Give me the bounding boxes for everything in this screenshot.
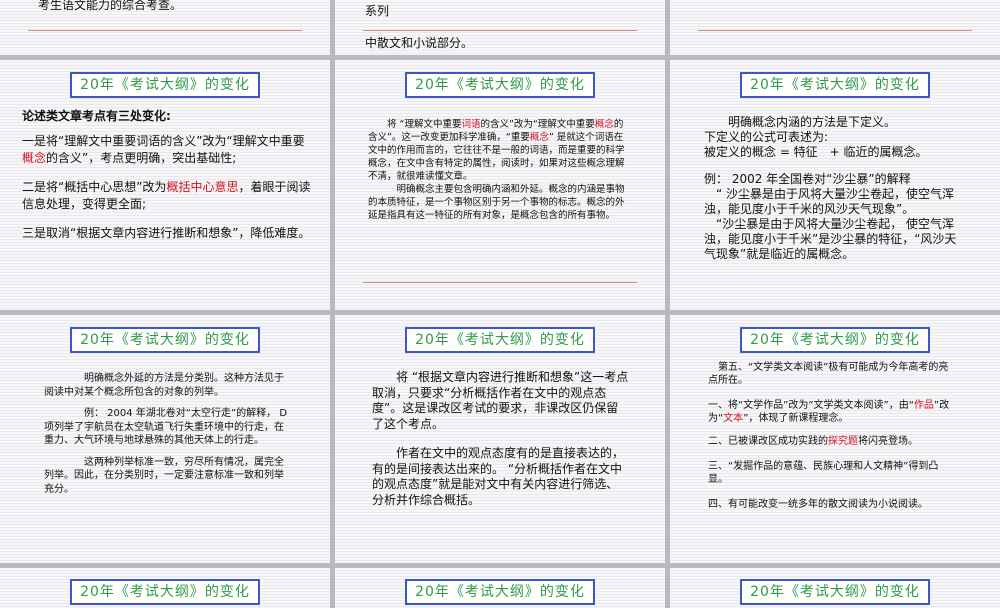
point-3: 三是取消“根据文章内容进行推断和想象”，降低难度。	[22, 226, 311, 240]
line-2: 下定义的公式可表述为:	[704, 130, 829, 144]
slide-title: 20年《考试大纲》的变化	[740, 72, 930, 98]
divider	[363, 30, 637, 31]
line-3: 被定义的概念 = 特征 + 临近的属概念。	[704, 145, 928, 159]
line-1: 明确概念内涵的方法是下定义。	[728, 115, 897, 129]
para-1: 将 “根据文章内容进行推断和想象”这一考点取消，只要求“分析概括作者在文中的观点…	[372, 370, 629, 431]
item-4: 四、有可能改变一统多年的散文阅读为小说阅读。	[708, 499, 928, 510]
divider	[363, 282, 637, 283]
slide-body: 论述类文章考点有三处变化: 一是将“理解文中重要词语的含义”改为“理解文中重要概…	[22, 108, 312, 242]
slide-r0-c1[interactable]: 考生语文能力的综合考查。	[0, 0, 330, 55]
quote-2: “沙尘暴是由于风将大量沙尘卷起， 使空气浑浊，能见度小于千米”是沙尘暴的特征，“…	[704, 217, 957, 261]
slide-title: 20年《考试大纲》的变化	[70, 327, 260, 353]
point-2: 二是将“概括中心思想”改为概括中心意思，着眼于阅读信息处理，变得更全面;	[22, 180, 311, 211]
slide-title: 20年《考试大纲》的变化	[405, 72, 595, 98]
item-1: 一、将“文学作品”改为“文学类文本阅读”，由“作品”改为“文本”，体现了新课程理…	[708, 400, 950, 424]
slide-r2-c3[interactable]: 20年《考试大纲》的变化 第五、“文学类文本阅读”极有可能成为今年高考的亮点所在…	[670, 315, 1000, 563]
slide-r2-c2[interactable]: 20年《考试大纲》的变化 将 “根据文章内容进行推断和想象”这一考点取消，只要求…	[335, 315, 665, 563]
slide-body: 将 “根据文章内容进行推断和想象”这一考点取消，只要求“分析概括作者在文中的观点…	[372, 370, 630, 508]
para-3: 这两种列举标准一致，穷尽所有情况，属完全列举。因此，在分类别时，一定要注意标准一…	[44, 456, 284, 495]
slide-title: 20年《考试大纲》的变化	[405, 579, 595, 605]
slide-body: 将 “理解文中重要词语的含义”改为“理解文中重要概念的含义”。这一改变更加科学准…	[368, 118, 632, 222]
slide-title: 20年《考试大纲》的变化	[70, 579, 260, 605]
slide-body: 明确概念外延的方法是分类别。这种方法见于阅读中对某个概念所包含的对象的列举。 例…	[44, 372, 292, 496]
slide-text: 中散文和小说部分。	[365, 36, 474, 50]
para-1: 将 “理解文中重要词语的含义”改为“理解文中重要概念的含义”。这一改变更加科学准…	[368, 119, 625, 182]
para-2: 作者在文中的观点态度有的是直接表达的，有的是间接表达出来的。 “分析概括作者在文…	[372, 446, 625, 507]
slide-text: 考生语文能力的综合考查。	[38, 0, 183, 12]
divider	[698, 30, 972, 31]
para-2: 例： 2004 年湖北卷对“太空行走”的解释， D 项列举了宇航员在太空轨道飞行…	[44, 408, 288, 446]
slide-r1-c2[interactable]: 20年《考试大纲》的变化 将 “理解文中重要词语的含义”改为“理解文中重要概念的…	[335, 60, 665, 310]
example: 例： 2002 年全国卷对“沙尘暴”的解释	[704, 172, 911, 186]
quote-1: “ 沙尘暴是由于风将大量沙尘卷起，使空气浑浊，能见度小于千米的风沙天气现象”。	[704, 187, 955, 216]
slide-r0-c3[interactable]	[670, 0, 1000, 55]
item-2: 二、已被课改区成功实践的探究题将闪亮登场。	[708, 436, 918, 447]
slide-r3-c2[interactable]: 20年《考试大纲》的变化	[335, 568, 665, 608]
slide-title: 20年《考试大纲》的变化	[740, 327, 930, 353]
item-3: 三、“发掘作品的意蕴、民族心理和人文精神”得到凸显。	[708, 461, 939, 485]
slide-r2-c1[interactable]: 20年《考试大纲》的变化 明确概念外延的方法是分类别。这种方法见于阅读中对某个概…	[0, 315, 330, 563]
slide-body: 明确概念内涵的方法是下定义。 下定义的公式可表述为: 被定义的概念 = 特征 +…	[704, 115, 966, 262]
slide-text: 系列	[365, 4, 390, 18]
para-1: 明确概念外延的方法是分类别。这种方法见于阅读中对某个概念所包含的对象的列举。	[44, 373, 284, 398]
intro-text: 论述类文章考点有三处变化:	[22, 109, 171, 123]
intro: 第五、“文学类文本阅读”极有可能成为今年高考的亮点所在。	[708, 362, 949, 386]
slide-r1-c1[interactable]: 20年《考试大纲》的变化 论述类文章考点有三处变化: 一是将“理解文中重要词语的…	[0, 60, 330, 310]
slide-r1-c3[interactable]: 20年《考试大纲》的变化 明确概念内涵的方法是下定义。 下定义的公式可表述为: …	[670, 60, 1000, 310]
point-1: 一是将“理解文中重要词语的含义”改为“理解文中重要概念的含义”，考点更明确，突出…	[22, 134, 305, 165]
slide-r3-c1[interactable]: 20年《考试大纲》的变化	[0, 568, 330, 608]
divider	[28, 30, 302, 31]
slide-r0-c2[interactable]: 系列 中散文和小说部分。	[335, 0, 665, 55]
slide-title: 20年《考试大纲》的变化	[70, 72, 260, 98]
para-2: 明确概念主要包含明确内涵和外延。概念的内涵是事物的本质特征，是一个事物区别于另一…	[368, 184, 625, 221]
slide-body: 第五、“文学类文本阅读”极有可能成为今年高考的亮点所在。 一、将“文学作品”改为…	[708, 361, 958, 511]
slide-title: 20年《考试大纲》的变化	[405, 327, 595, 353]
slide-r3-c3[interactable]: 20年《考试大纲》的变化	[670, 568, 1000, 608]
slide-title: 20年《考试大纲》的变化	[740, 579, 930, 605]
